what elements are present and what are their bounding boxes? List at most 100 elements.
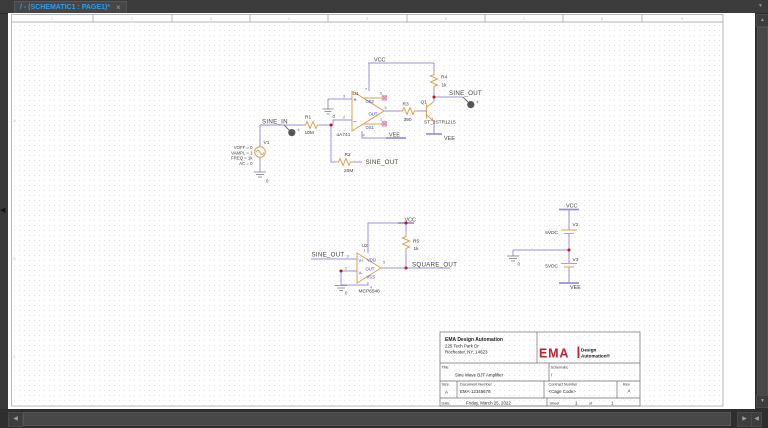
scroll-left-button[interactable]: ◀	[8, 412, 23, 427]
power-label-vcc[interactable]: VCC	[566, 204, 577, 210]
u1-plus-input: +	[354, 98, 357, 104]
gnd-label: 0	[345, 291, 348, 296]
ground-symbol[interactable]: 0	[507, 256, 521, 267]
scroll-right-button[interactable]: ▶	[737, 412, 752, 427]
no-connect-icon	[382, 121, 387, 126]
power-label-vee[interactable]: VEE	[389, 132, 400, 138]
net-label-sine-in[interactable]: SINE_IN	[262, 118, 288, 125]
v2-value[interactable]: 5VDC	[545, 230, 558, 236]
component-v3[interactable]: V3 5VDC	[545, 257, 578, 270]
u1-pin4: 4	[362, 133, 364, 137]
net-label-square-out[interactable]: SQUARE_OUT	[412, 262, 457, 269]
power-label-vee[interactable]: VEE	[444, 136, 455, 142]
rev-label: Rev	[623, 383, 630, 387]
sheet-total: 1	[611, 401, 614, 406]
rev-value: A	[628, 389, 631, 394]
ground-symbol[interactable]: 0	[335, 286, 348, 296]
ema-logo-text: EMA	[539, 347, 569, 361]
vertical-scrollbar-thumb[interactable]	[757, 27, 768, 397]
power-label-vcc[interactable]: VCC	[405, 218, 416, 224]
component-r5[interactable]: R5 1k	[403, 234, 420, 252]
panel-handle-icon[interactable]: ◀	[0, 206, 5, 214]
wires[interactable]	[260, 63, 569, 286]
tab-menu-icon[interactable]: ▼	[758, 3, 763, 9]
component-r1[interactable]: R1 10M	[303, 115, 320, 137]
close-icon[interactable]: ×	[116, 4, 121, 12]
title-block[interactable]: EMA Design Automation 225 Tech Park Dr R…	[440, 332, 640, 406]
r5-value[interactable]: 1k	[414, 246, 420, 252]
component-v1[interactable]: V1 VOFF = 0 VAMPL = 1 FREQ = 1k AC = 0	[231, 140, 270, 166]
r1-value[interactable]: 10M	[305, 130, 314, 136]
ground-symbol[interactable]: 0	[323, 99, 336, 119]
power-label-vcc[interactable]: VCC	[374, 57, 385, 63]
q1-ref[interactable]: Q1	[421, 99, 428, 105]
zone-number: 9	[681, 16, 684, 21]
zone-letter: B	[13, 256, 16, 261]
net-label-sine-out[interactable]: SINE_OUT	[312, 252, 345, 259]
component-r2[interactable]: R2 20M	[336, 152, 353, 174]
power-label-vee[interactable]: VEE	[570, 285, 581, 291]
r2-ref[interactable]: R2	[345, 152, 351, 158]
v1-param[interactable]: VAMPL = 1	[231, 150, 253, 155]
r1-ref[interactable]: R1	[305, 115, 311, 121]
component-u1-opamp[interactable]: + − U1 uA741 3 2 7 4 6 5 1 OS2 OS1 OUT	[337, 87, 387, 138]
vertical-scrollbar[interactable]: ▲ ▼	[755, 13, 768, 409]
date-value: Friday, March 25, 2022	[466, 401, 511, 406]
v1-param[interactable]: VOFF = 0	[234, 145, 253, 150]
component-r4[interactable]: R4 1k	[431, 72, 448, 89]
voltage-probe-icon[interactable]	[284, 125, 300, 136]
sheet-label: Sheet	[550, 402, 561, 406]
sheet-number: 1	[575, 401, 578, 406]
ground-symbol[interactable]: 0	[254, 172, 269, 184]
ema-logo-design: Design	[581, 348, 597, 353]
doc-number-label: Document Number	[460, 383, 493, 387]
u2-pin3: 3	[346, 255, 348, 259]
v1-param[interactable]: FREQ = 1k	[231, 156, 253, 161]
component-r3[interactable]: R3 390	[400, 101, 417, 122]
no-connect-icon	[382, 95, 387, 100]
r2-value[interactable]: 20M	[344, 168, 353, 174]
v2-ref[interactable]: V2	[573, 222, 579, 228]
contract-label: Contract Number	[549, 383, 579, 387]
scroll-up-button[interactable]: ▲	[756, 14, 768, 27]
u1-part[interactable]: uA741	[337, 132, 351, 138]
v1-ref[interactable]: V1	[264, 140, 270, 146]
horizontal-scrollbar-thumb[interactable]	[23, 412, 731, 426]
zone-number: 8	[601, 16, 604, 21]
u2-pin2: 2	[345, 267, 347, 271]
voltage-probe-icon[interactable]	[463, 97, 479, 108]
schematic-label: Schematic	[551, 366, 569, 370]
u1-os1-pin-name: OS1	[366, 125, 375, 130]
u1-ref[interactable]: U1	[353, 91, 359, 97]
component-q1-transistor[interactable]: Q1 ST_2STR1215	[421, 99, 457, 125]
net-label-sine-out[interactable]: SINE_OUT	[449, 90, 482, 97]
schematic-canvas[interactable]: 1 2 3 4 5 6 7 8 9 A B C	[8, 13, 755, 409]
component-u2-comparator[interactable]: U2 MCP6546 V+ V- VDD OUT VSS 3 2 5 4 1	[345, 243, 385, 294]
r4-value[interactable]: 1k	[442, 82, 448, 88]
v3-ref[interactable]: V3	[573, 257, 579, 263]
r3-value[interactable]: 390	[404, 117, 412, 123]
zone-number: 1	[51, 16, 54, 21]
horizontal-scrollbar[interactable]: ◀ ▶ ◀	[0, 409, 768, 428]
pane-split-button[interactable]: ◀	[751, 412, 762, 427]
component-v2[interactable]: V2 5VDC	[545, 222, 578, 236]
gnd-label: 0	[333, 114, 336, 119]
size-value: A	[445, 390, 448, 395]
tab-schematic-page1[interactable]: / - (SCHEMATIC1 : PAGE1)* ×	[14, 1, 127, 13]
sheet-border: 1 2 3 4 5 6 7 8 9 A B C	[12, 15, 724, 407]
net-label-sine-out[interactable]: SINE_OUT	[366, 159, 399, 166]
scroll-down-button[interactable]: ▼	[756, 395, 768, 408]
schematic-name: /	[551, 373, 553, 378]
tab-bar: / - (SCHEMATIC1 : PAGE1)* × ▼	[0, 0, 768, 14]
q1-part[interactable]: ST_2STR1215	[424, 119, 456, 125]
u2-vminus-pin-name: V-	[359, 271, 364, 276]
r3-ref[interactable]: R3	[403, 101, 409, 107]
v3-value[interactable]: 5VDC	[545, 264, 558, 270]
r5-ref[interactable]: R5	[413, 239, 419, 245]
r4-ref[interactable]: R4	[441, 74, 447, 80]
u2-out-pin-name: OUT	[366, 267, 375, 272]
u2-pin1: 1	[363, 248, 365, 252]
net-labels[interactable]: SINE_IN SINE_OUT SINE_OUT SINE_OUT SQUAR…	[262, 57, 581, 291]
gnd-label: 0	[266, 179, 269, 184]
v1-param[interactable]: AC = 0	[239, 161, 253, 166]
